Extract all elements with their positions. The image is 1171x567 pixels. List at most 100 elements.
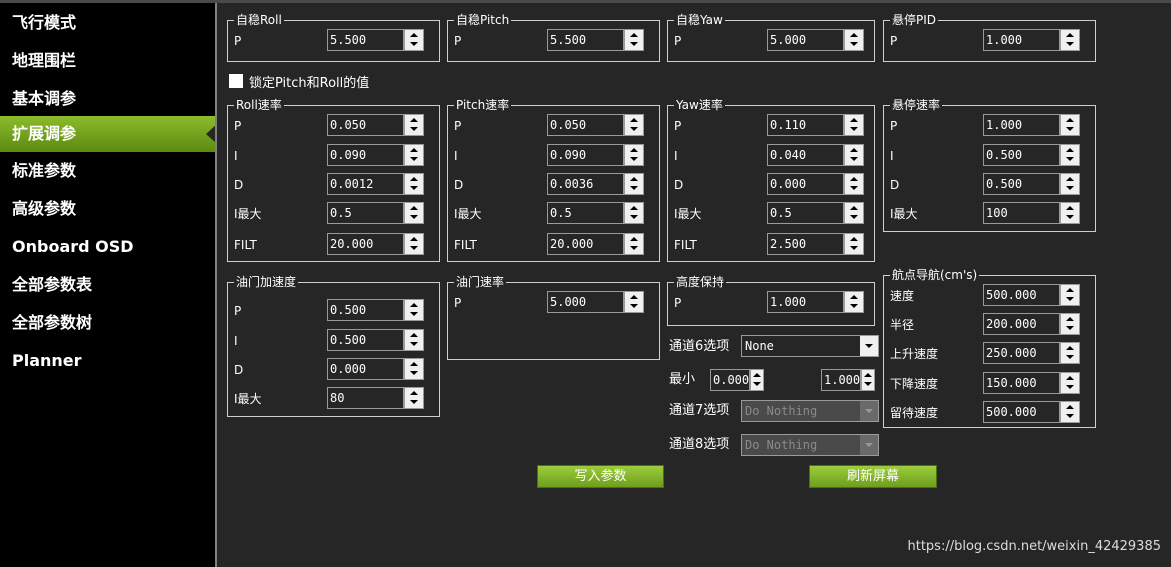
param-value[interactable]: 1.000: [767, 291, 844, 313]
param-value[interactable]: 500.000: [983, 284, 1060, 306]
chevron-down-icon[interactable]: [860, 401, 878, 421]
spin-down-icon[interactable]: [1061, 125, 1079, 135]
param-value[interactable]: 2.500: [767, 233, 844, 255]
spin-down-icon[interactable]: [405, 155, 423, 165]
spin-up-icon[interactable]: [862, 370, 874, 380]
spin-down-icon[interactable]: [625, 125, 643, 135]
spin-up-icon[interactable]: [405, 359, 423, 369]
param-spinbox[interactable]: 1.000: [983, 114, 1080, 136]
spin-up-icon[interactable]: [405, 234, 423, 244]
spin-up-icon[interactable]: [1061, 402, 1079, 412]
param-value[interactable]: 0.500: [327, 299, 404, 321]
spin-buttons[interactable]: [404, 233, 424, 255]
spin-up-icon[interactable]: [405, 203, 423, 213]
spin-buttons[interactable]: [624, 114, 644, 136]
spin-buttons[interactable]: [1060, 313, 1080, 335]
spin-down-icon[interactable]: [405, 244, 423, 254]
param-spinbox[interactable]: 0.5: [327, 202, 424, 224]
spin-down-icon[interactable]: [1061, 40, 1079, 50]
spin-up-icon[interactable]: [625, 115, 643, 125]
param-spinbox[interactable]: 0.090: [327, 144, 424, 166]
refresh-screen-button[interactable]: 刷新屏幕: [809, 465, 937, 488]
param-spinbox[interactable]: 0.0012: [327, 173, 424, 195]
param-spinbox[interactable]: 5.000: [547, 291, 644, 313]
spin-down-icon[interactable]: [845, 244, 863, 254]
spin-down-icon[interactable]: [1061, 184, 1079, 194]
spin-buttons[interactable]: [844, 173, 864, 195]
spin-down-icon[interactable]: [405, 340, 423, 350]
param-value[interactable]: 150.000: [983, 372, 1060, 394]
param-value[interactable]: 20.000: [547, 233, 624, 255]
param-spinbox[interactable]: 1.000: [767, 291, 864, 313]
nav-planner[interactable]: Planner: [0, 343, 215, 379]
spin-buttons[interactable]: [1060, 29, 1080, 51]
spin-up-icon[interactable]: [1061, 373, 1079, 383]
spin-buttons[interactable]: [624, 291, 644, 313]
spin-up-icon[interactable]: [845, 30, 863, 40]
param-value[interactable]: 0.110: [767, 114, 844, 136]
param-value[interactable]: 0.050: [547, 114, 624, 136]
spin-down-icon[interactable]: [625, 184, 643, 194]
param-spinbox[interactable]: 0.040: [767, 144, 864, 166]
spin-down-icon[interactable]: [1061, 155, 1079, 165]
spin-down-icon[interactable]: [405, 184, 423, 194]
spin-buttons[interactable]: [624, 233, 644, 255]
param-value[interactable]: 0.0036: [547, 173, 624, 195]
param-value[interactable]: 0.000: [710, 369, 750, 391]
param-spinbox[interactable]: 5.500: [327, 29, 424, 51]
spin-up-icon[interactable]: [625, 30, 643, 40]
spin-down-icon[interactable]: [625, 302, 643, 312]
param-value[interactable]: 0.5: [767, 202, 844, 224]
spin-buttons[interactable]: [404, 173, 424, 195]
spin-down-icon[interactable]: [862, 380, 874, 390]
chevron-down-icon[interactable]: [860, 336, 878, 356]
spin-down-icon[interactable]: [625, 244, 643, 254]
spin-down-icon[interactable]: [625, 155, 643, 165]
param-spinbox[interactable]: 5.000: [767, 29, 864, 51]
spin-down-icon[interactable]: [845, 155, 863, 165]
spin-buttons[interactable]: [624, 29, 644, 51]
spin-up-icon[interactable]: [625, 174, 643, 184]
spin-up-icon[interactable]: [1061, 174, 1079, 184]
spin-down-icon[interactable]: [1061, 412, 1079, 422]
spin-buttons[interactable]: [404, 29, 424, 51]
lock-pitch-roll-checkbox[interactable]: 锁定Pitch和Roll的值: [229, 72, 369, 91]
param-value[interactable]: 0.500: [327, 329, 404, 351]
param-spinbox[interactable]: 100: [983, 202, 1080, 224]
spin-down-icon[interactable]: [405, 310, 423, 320]
spin-down-icon[interactable]: [405, 40, 423, 50]
spin-buttons[interactable]: [1060, 284, 1080, 306]
ch6-select[interactable]: None: [741, 335, 879, 357]
param-spinbox[interactable]: 2.500: [767, 233, 864, 255]
param-value[interactable]: 5.000: [767, 29, 844, 51]
spin-buttons[interactable]: [624, 144, 644, 166]
spin-down-icon[interactable]: [625, 40, 643, 50]
param-spinbox[interactable]: 0.500: [327, 299, 424, 321]
spin-down-icon[interactable]: [405, 369, 423, 379]
param-value[interactable]: 500.000: [983, 401, 1060, 423]
param-spinbox[interactable]: 0.0036: [547, 173, 644, 195]
spin-up-icon[interactable]: [625, 145, 643, 155]
spin-down-icon[interactable]: [845, 184, 863, 194]
param-spinbox[interactable]: 500.000: [983, 284, 1080, 306]
spin-up-icon[interactable]: [845, 115, 863, 125]
param-value[interactable]: 0.040: [767, 144, 844, 166]
param-spinbox[interactable]: 0.500: [983, 144, 1080, 166]
param-spinbox[interactable]: 0.500: [327, 329, 424, 351]
spin-down-icon[interactable]: [405, 398, 423, 408]
spin-up-icon[interactable]: [845, 203, 863, 213]
param-spinbox[interactable]: 5.500: [547, 29, 644, 51]
spin-buttons[interactable]: [844, 233, 864, 255]
param-value[interactable]: 80: [327, 387, 404, 409]
spin-up-icon[interactable]: [751, 370, 763, 380]
spin-up-icon[interactable]: [1061, 203, 1079, 213]
spin-up-icon[interactable]: [625, 234, 643, 244]
nav-standard-params[interactable]: 标准参数: [0, 153, 215, 189]
param-value[interactable]: 0.000: [767, 173, 844, 195]
param-value[interactable]: 0.0012: [327, 173, 404, 195]
spin-buttons[interactable]: [404, 202, 424, 224]
spin-up-icon[interactable]: [845, 145, 863, 155]
spin-buttons[interactable]: [1060, 144, 1080, 166]
spin-down-icon[interactable]: [1061, 383, 1079, 393]
spin-buttons[interactable]: [1060, 401, 1080, 423]
